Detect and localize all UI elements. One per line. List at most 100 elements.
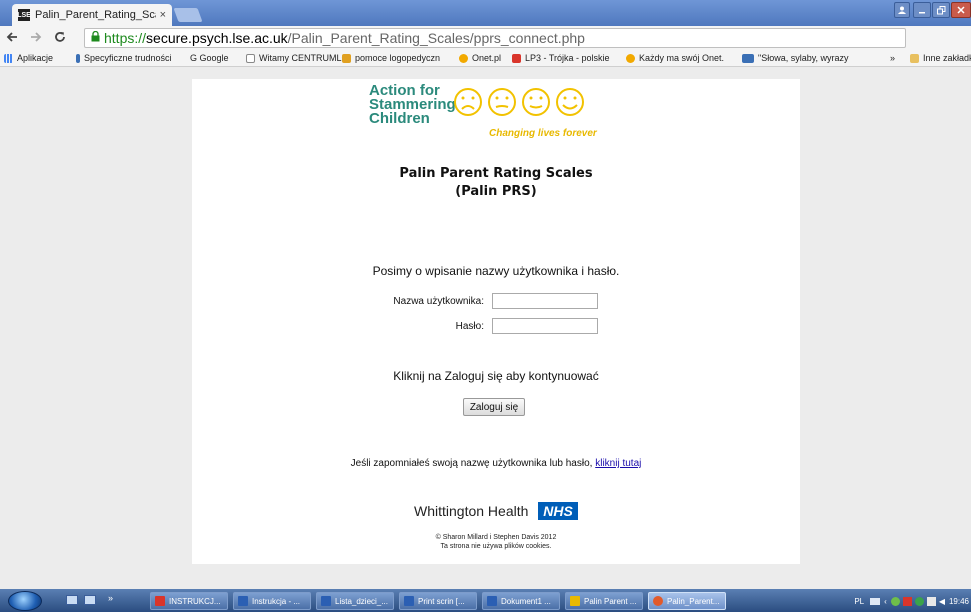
taskbar-item[interactable]: INSTRUKCJ... (150, 592, 228, 610)
system-tray: PL ‹ ◀ 19:46 (854, 591, 971, 611)
bookmark-icon (342, 53, 351, 63)
tab-close-icon[interactable]: × (160, 9, 166, 21)
onet-icon (626, 53, 635, 63)
clock[interactable]: 19:46 (949, 597, 969, 606)
start-button[interactable] (8, 591, 42, 611)
apps-grid-icon (4, 53, 13, 63)
onet-icon (459, 53, 468, 63)
network-icon[interactable] (926, 596, 936, 606)
bookmark-apps[interactable]: Aplikacje (4, 53, 53, 63)
page-viewport: Action for Stammering Children Changing … (0, 67, 971, 589)
cookies-note: Ta strona nie używa plików cookies. (440, 543, 552, 550)
asc-logo-text: Action for Stammering Children (369, 82, 456, 127)
forgot-link[interactable]: kliknij tutaj (595, 458, 641, 469)
keyboard-icon[interactable] (870, 597, 881, 605)
tray-app-icon[interactable] (914, 596, 924, 606)
taskbar-item-label: Print scrin [... (418, 596, 465, 606)
language-indicator[interactable]: PL (854, 597, 864, 606)
lse-favicon-icon: LSE (17, 9, 31, 21)
word-icon (238, 596, 248, 606)
asc-logo: Action for Stammering Children Changing … (369, 82, 619, 140)
bookmark-specyficzne[interactable]: Specyficzne trudności (76, 53, 172, 63)
forgot-credentials-text: Jeśli zapomniałeś swoją nazwę użytkownik… (192, 458, 800, 469)
tray-expand-icon[interactable]: ‹ (884, 597, 887, 606)
word-icon (321, 596, 331, 606)
username-label: Nazwa użytkownika: (393, 296, 484, 307)
bookmark-icon (742, 53, 754, 63)
bookmark-pomoce[interactable]: pomoce logopedyczn (342, 53, 440, 63)
taskbar-item-label: INSTRUKCJ... (169, 596, 221, 606)
reload-icon[interactable] (52, 30, 68, 46)
bookmarks-bar: Aplikacje Specyficzne trudności G Google… (0, 50, 971, 67)
page-icon (246, 53, 255, 63)
minimize-icon[interactable] (913, 2, 931, 18)
folder-icon (910, 53, 919, 63)
profile-icon[interactable] (894, 2, 910, 18)
password-input[interactable] (492, 318, 598, 334)
password-label: Hasło: (455, 321, 484, 332)
bookmark-label: LP3 - Trójka - polskie (525, 53, 610, 63)
forgot-text: Jeśli zapomniałeś swoją nazwę użytkownik… (350, 458, 593, 469)
bookmark-label: Specyficzne trudności (84, 53, 172, 63)
bookmark-other[interactable]: Inne zakładki (910, 53, 971, 63)
browser-tab[interactable]: LSE Palin_Parent_Rating_Scale × (12, 4, 172, 26)
whittington-health-text: Whittington Health (414, 503, 529, 519)
bookmark-centrumlo[interactable]: Witamy CENTRUMLO (246, 53, 349, 63)
taskbar-item[interactable]: Print scrin [... (399, 592, 477, 610)
page-subtitle: (Palin PRS) (455, 184, 537, 199)
bookmark-label: Witamy CENTRUMLO (259, 53, 349, 63)
folder-icon (570, 596, 580, 606)
bookmarks-overflow-icon[interactable]: » (890, 53, 895, 63)
url-path: /Palin_Parent_Rating_Scales/pprs_connect… (287, 30, 585, 46)
new-tab-button[interactable] (173, 8, 203, 22)
taskbar-item[interactable]: Instrukcja - ... (233, 592, 311, 610)
nhs-logo: NHS (538, 502, 578, 520)
bookmark-onet[interactable]: Onet.pl (459, 53, 501, 63)
slight-smile-face-icon (522, 88, 550, 116)
bookmark-slowa[interactable]: "Słowa, sylaby, wyrazy (742, 53, 849, 63)
bookmark-google[interactable]: G Google (190, 53, 229, 63)
address-bar[interactable]: https://secure.psych.lse.ac.uk/Palin_Par… (84, 28, 906, 48)
bookmark-label: Każdy ma swój Onet. (639, 53, 725, 63)
lock-icon (91, 30, 100, 45)
forward-arrow-icon[interactable] (28, 30, 44, 46)
restore-icon[interactable] (932, 2, 950, 18)
pdf-icon (155, 596, 165, 606)
bookmark-label: » (890, 53, 896, 63)
bookmark-lp3[interactable]: LP3 - Trójka - polskie (512, 53, 610, 63)
sad-face-icon (454, 88, 482, 116)
url-host: secure.psych.lse.ac.uk (146, 30, 288, 46)
bookmark-label: Inne zakładki (923, 53, 971, 63)
taskbar-item[interactable]: Palin Parent ... (565, 592, 643, 610)
taskbar-item-label: Lista_dzieci_... (335, 596, 388, 606)
taskbar-item-label: Palin Parent ... (584, 596, 637, 606)
windows-taskbar: » INSTRUKCJ... Instrukcja - ... Lista_dz… (0, 589, 971, 612)
back-arrow-icon[interactable] (4, 30, 20, 46)
bookmark-label: pomoce logopedyczn (355, 53, 441, 63)
taskbar-item-active[interactable]: Palin_Parent... (648, 592, 726, 610)
quicklaunch-overflow-icon[interactable]: » (108, 593, 113, 603)
neutral-face-icon (488, 88, 516, 116)
taskbar-item-label: Dokument1 ... (501, 596, 551, 606)
taskbar-item[interactable]: Dokument1 ... (482, 592, 560, 610)
copyright-text: © Sharon Millard i Stephen Davis 2012 (435, 534, 557, 541)
happy-face-icon (556, 88, 584, 116)
tray-app-icon[interactable] (890, 596, 900, 606)
tab-title: Palin_Parent_Rating_Scale (35, 9, 156, 21)
username-input[interactable] (492, 293, 598, 309)
speaker-icon[interactable]: ◀ (939, 597, 945, 606)
taskbar-item-label: Palin_Parent... (667, 596, 720, 606)
tray-app-icon[interactable] (902, 596, 912, 606)
bookmark-label: G Google (190, 53, 229, 63)
bookmark-label: Aplikacje (17, 53, 54, 63)
continue-prompt: Kliknij na Zaloguj się aby kontynuować (393, 369, 599, 383)
window-close-icon[interactable] (951, 2, 971, 18)
bookmark-label: "Słowa, sylaby, wyrazy (758, 53, 849, 63)
bookmark-label: Onet.pl (472, 53, 502, 63)
login-card: Action for Stammering Children Changing … (192, 79, 800, 564)
show-desktop-icon[interactable] (66, 595, 78, 605)
window-switch-icon[interactable] (84, 595, 96, 605)
bookmark-kazdy[interactable]: Każdy ma swój Onet. (626, 53, 724, 63)
taskbar-item[interactable]: Lista_dzieci_... (316, 592, 394, 610)
login-button[interactable]: Zaloguj się (463, 398, 525, 416)
